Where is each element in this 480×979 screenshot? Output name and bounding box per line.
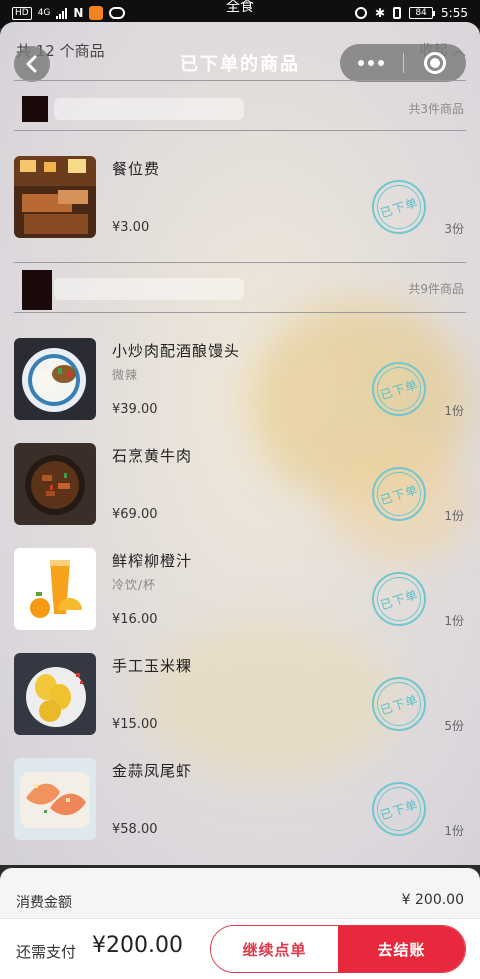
dish-spec: 冷饮/杯: [112, 578, 157, 592]
divider: [14, 262, 466, 263]
dish-name: 小炒肉配酒酿馒头: [112, 342, 241, 360]
shop-avatar: [22, 96, 48, 122]
more-button[interactable]: [340, 44, 403, 82]
dish-price: ¥3.00: [112, 220, 150, 235]
dish-name: 手工玉米粿: [112, 657, 193, 675]
dish-image: [14, 338, 96, 420]
dish-image: [14, 443, 96, 525]
battery-icon: 84: [409, 7, 436, 19]
divider: [14, 312, 466, 313]
amount-due-value: ¥200.00: [92, 933, 183, 958]
vibrate-icon: [393, 7, 402, 19]
ordered-stamp-text: 已下单: [371, 179, 427, 235]
dish-price: ¥69.00: [112, 507, 158, 522]
dish-name: 鲜榨柳橙汁: [112, 552, 193, 570]
shop-name-redacted: [54, 278, 244, 300]
list-item[interactable]: 小炒肉配酒酿馒头 微辣 ¥39.00 1份 已下单: [14, 338, 466, 422]
dish-name: 石烹黄牛肉: [112, 447, 193, 465]
dish-quantity: 1份: [444, 404, 464, 418]
dish-quantity: 1份: [444, 614, 464, 628]
dish-price: ¥39.00: [112, 402, 158, 417]
group-item-count: 共3件商品: [408, 102, 464, 116]
checkout-bar: 还需支付 ¥200.00 继续点单 去结账: [0, 918, 480, 979]
group-item-count: 共9件商品: [408, 282, 464, 296]
list-item[interactable]: 金蒜凤尾虾 ¥58.00 1份 已下单: [14, 758, 466, 842]
dish-image: [14, 156, 96, 238]
dish-price: ¥58.00: [112, 822, 158, 837]
consumption-amount: ¥ 200.00: [401, 892, 464, 908]
dish-image: [14, 548, 96, 630]
shop-name-redacted: [54, 98, 244, 120]
battery-level: 84: [415, 8, 427, 18]
alarm-icon: [354, 7, 367, 19]
ordered-stamp: 已下单: [371, 571, 427, 627]
dish-quantity: 1份: [444, 824, 464, 838]
ordered-stamp: 已下单: [371, 466, 427, 522]
ordered-stamp: 已下单: [371, 361, 427, 417]
dish-price: ¥15.00: [112, 717, 158, 732]
amount-due-label: 还需支付: [16, 943, 77, 961]
checkout-button[interactable]: 去结账: [338, 926, 465, 972]
dish-quantity: 1份: [444, 509, 464, 523]
dish-price: ¥16.00: [112, 612, 158, 627]
checkout-button-group: 继续点单 去结账: [210, 925, 466, 973]
dish-name: 金蒜凤尾虾: [112, 762, 193, 780]
clock: 5:55: [441, 6, 468, 20]
dish-name: 餐位费: [112, 160, 161, 178]
ordered-stamp: 已下单: [371, 179, 427, 235]
list-item[interactable]: 手工玉米粿 ¥15.00 5份 已下单: [14, 653, 466, 737]
dish-quantity: 5份: [444, 719, 464, 733]
close-miniapp-button[interactable]: [404, 44, 467, 82]
status-right: ✱ 84 5:55: [354, 6, 468, 20]
ordered-stamp-text: 已下单: [371, 781, 427, 837]
target-close-icon: [423, 52, 446, 74]
ordered-stamp-text: 已下单: [371, 361, 427, 417]
ordered-stamp: 已下单: [371, 781, 427, 837]
ordered-stamp-text: 已下单: [371, 466, 427, 522]
shop-group-header: 共9件商品: [14, 268, 466, 310]
consumption-summary: 消费金额 ¥ 200.00: [0, 868, 480, 918]
more-dots-icon: [358, 60, 385, 66]
list-item[interactable]: 餐位费 ¥3.00 3份 已下单: [14, 156, 466, 240]
continue-ordering-button[interactable]: 继续点单: [211, 926, 338, 972]
list-item[interactable]: 石烹黄牛肉 ¥69.00 1份 已下单: [14, 443, 466, 527]
bluetooth-icon: ✱: [374, 6, 386, 20]
dish-spec: 微辣: [112, 368, 139, 382]
consumption-label: 消费金额: [16, 895, 72, 911]
ordered-stamp-text: 已下单: [371, 676, 427, 732]
dish-quantity: 3份: [444, 222, 464, 236]
miniapp-capsule: [340, 44, 466, 82]
ordered-stamp: 已下单: [371, 676, 427, 732]
ordered-items-sheet: 共 12 个商品 收起 ︿ 已下单的商品 共3件商品: [0, 22, 480, 865]
ordered-stamp-text: 已下单: [371, 571, 427, 627]
shop-avatar: [22, 270, 52, 310]
list-item[interactable]: 鲜榨柳橙汁 冷饮/杯 ¥16.00 1份 已下单: [14, 548, 466, 632]
divider: [14, 80, 466, 81]
dish-image: [14, 758, 96, 840]
shop-group-header: 共3件商品: [14, 88, 466, 128]
dish-image: [14, 653, 96, 735]
divider: [14, 130, 466, 131]
